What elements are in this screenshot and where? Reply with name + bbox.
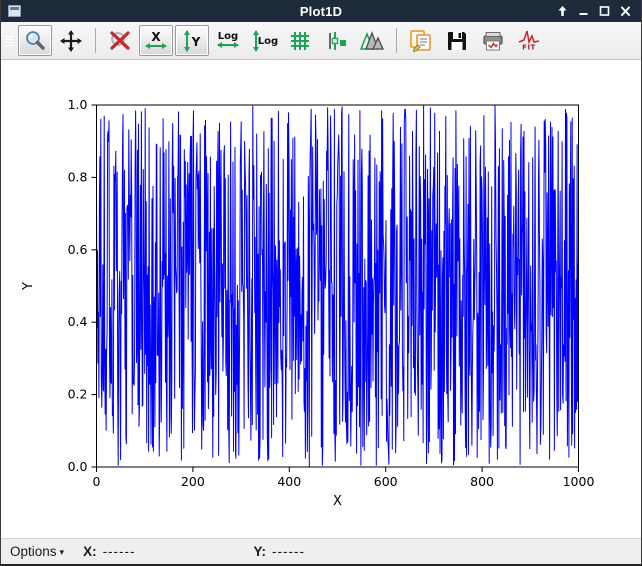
chevron-down-icon: ▾ [60, 547, 65, 558]
pan-mode-button[interactable] [54, 25, 88, 56]
svg-text:X: X [151, 30, 161, 44]
fit-curve-icon: FIT [516, 28, 542, 54]
noise-line-series [97, 106, 579, 467]
x-tick-label: 200 [181, 474, 205, 489]
cursor-y-label: Y: [254, 544, 267, 559]
options-label: Options [10, 544, 57, 559]
window-controls [555, 4, 641, 19]
x-axis-autoscale-icon: X [143, 28, 169, 54]
y-axis-label: Y [21, 282, 36, 291]
annotate-button[interactable] [404, 25, 438, 56]
log-x-button[interactable]: Log [211, 25, 245, 56]
toolbar-grip-handle[interactable] [5, 29, 14, 53]
y-tick-label: 1.0 [68, 97, 88, 112]
zoom-reset-button[interactable] [103, 25, 137, 56]
maximize-button[interactable] [597, 4, 612, 19]
cursor-x-value: ------ [103, 544, 136, 559]
grid-toggle-button[interactable] [283, 25, 317, 56]
svg-text:Log: Log [218, 31, 238, 42]
y-tick-label: 0.6 [68, 242, 88, 257]
keep-above-button[interactable] [555, 4, 570, 19]
svg-text:FIT: FIT [522, 43, 536, 51]
autoscale-y-button[interactable]: Y [175, 25, 209, 56]
markers-slider-icon [324, 29, 348, 53]
y-tick-label: 0.4 [68, 314, 88, 329]
y-log-scale-icon: Log [249, 28, 279, 54]
window-title: Plot1D [1, 4, 641, 19]
printer-icon [480, 29, 506, 53]
x-tick-label: 600 [374, 474, 398, 489]
peak-search-button[interactable] [355, 25, 389, 56]
grid-icon [288, 29, 312, 53]
fit-button[interactable]: FIT [512, 25, 546, 56]
log-y-button[interactable]: Log [247, 25, 281, 56]
autoscale-x-button[interactable]: X [139, 25, 173, 56]
x-axis-label: X [333, 494, 342, 509]
x-tick-label: 1000 [563, 474, 595, 489]
peaks-mountain-icon [359, 29, 385, 53]
y-tick-label: 0.0 [68, 459, 88, 474]
y-tick-label: 0.8 [68, 169, 88, 184]
clipboard-notes-icon [408, 28, 434, 54]
cursor-y-value: ------ [272, 544, 305, 559]
zoom-mode-button[interactable] [18, 25, 52, 56]
minimize-button[interactable] [576, 4, 591, 19]
x-tick-label: 400 [277, 474, 301, 489]
close-button[interactable] [618, 4, 633, 19]
svg-text:Y: Y [191, 35, 201, 49]
pan-arrows-icon [59, 29, 83, 53]
y-tick-label: 0.2 [68, 387, 88, 402]
svg-text:Log: Log [258, 36, 278, 47]
x-tick-label: 0 [93, 474, 101, 489]
zoom-off-icon [107, 29, 133, 53]
plot1d-window: Plot1D [0, 0, 642, 566]
toolbar-separator [396, 28, 397, 53]
x-log-scale-icon: Log [214, 28, 242, 54]
x-tick-label: 800 [470, 474, 494, 489]
magnifier-icon [23, 29, 47, 53]
statusbar: Options ▾ X: ------ Y: ------ [1, 538, 641, 564]
plot-toolbar: X Y Log Log [1, 22, 641, 60]
y-axis-autoscale-icon: Y [179, 28, 205, 54]
options-dropdown-button[interactable]: Options ▾ [10, 544, 64, 559]
curve-style-button[interactable] [319, 25, 353, 56]
save-button[interactable] [440, 25, 474, 56]
toolbar-separator [95, 28, 96, 53]
print-button[interactable] [476, 25, 510, 56]
titlebar[interactable]: Plot1D [1, 0, 641, 22]
cursor-x-label: X: [83, 544, 97, 559]
plot-canvas[interactable]: 0 200 400 600 800 1000 0.0 0.2 0.4 0.6 0.8 1.0 X Y [1, 60, 641, 538]
figure-area: 0 200 400 600 800 1000 0.0 0.2 0.4 0.6 0.8 1.0 X Y [1, 60, 641, 538]
floppy-disk-icon [445, 29, 469, 53]
